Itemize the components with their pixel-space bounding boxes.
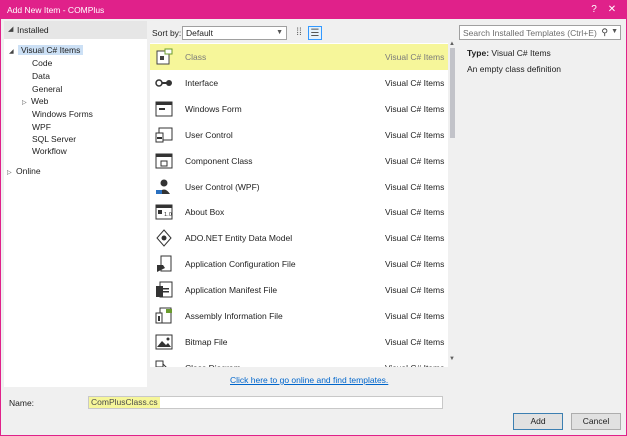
template-category: Visual C# Items [385, 336, 445, 347]
tree-node-windows-forms[interactable]: Windows Forms [32, 108, 93, 120]
chevron-down-icon: ▼ [276, 29, 283, 36]
template-item[interactable]: Class Visual C# Items [150, 44, 448, 70]
template-category: Visual C# Items [385, 129, 445, 140]
user-control-wpf-icon [155, 178, 173, 196]
template-category: Visual C# Items [385, 77, 445, 88]
collapse-arrow-icon: ◢ [9, 49, 14, 55]
template-category: Visual C# Items [385, 233, 445, 244]
template-category: Visual C# Items [385, 103, 445, 114]
template-item[interactable]: Windows Form Visual C# Items [150, 96, 448, 122]
template-item[interactable]: Class Diagram Visual C# Items [150, 355, 448, 367]
search-icon[interactable]: ⚲ [601, 27, 608, 38]
template-category: Visual C# Items [385, 363, 444, 367]
template-item[interactable]: Assembly Information File Visual C# Items [150, 303, 448, 329]
tree-node-wpf[interactable]: WPF [32, 121, 51, 133]
scroll-up-icon[interactable]: ▲ [449, 41, 455, 47]
template-item[interactable]: Application Manifest File Visual C# Items [150, 277, 448, 303]
svg-text:1.0: 1.0 [164, 212, 172, 218]
template-name: Bitmap File [185, 336, 228, 347]
medium-icons-view-button[interactable]: ⁞⁞ [292, 26, 306, 40]
component-class-icon [155, 152, 173, 170]
user-control-icon [155, 126, 173, 144]
template-name: Class [185, 52, 207, 62]
tree-node-visual-csharp-items[interactable]: ◢ Visual C# Items [9, 44, 84, 56]
template-category: Visual C# Items [385, 52, 445, 62]
template-category: Visual C# Items [385, 285, 445, 296]
template-name: Interface [185, 77, 219, 88]
windows-form-icon [155, 100, 173, 118]
template-category: Visual C# Items [385, 181, 445, 192]
template-category: Visual C# Items [385, 259, 445, 270]
tree-node-general[interactable]: General [32, 83, 62, 95]
close-button[interactable]: ✕ [604, 3, 620, 17]
template-item[interactable]: 1.0 About Box Visual C# Items [150, 199, 448, 225]
template-name: ADO.NET Entity Data Model [185, 233, 293, 244]
template-name: Component Class [185, 155, 253, 166]
interface-icon [155, 74, 173, 92]
type-label: Type: [467, 48, 490, 58]
dialog-window: Add New Item - COMPlus ? ✕ ◢ Installed ◢… [0, 0, 627, 436]
tree-node-installed[interactable]: ◢ Installed [4, 21, 147, 39]
tree-node-code[interactable]: Code [32, 57, 52, 69]
scrollbar-thumb[interactable] [450, 48, 455, 138]
template-details: Type: Visual C# Items An empty class def… [467, 48, 561, 74]
help-button[interactable]: ? [586, 3, 602, 17]
sort-by-select[interactable]: Default ▼ [182, 26, 287, 40]
title-bar: Add New Item - COMPlus ? ✕ [1, 1, 626, 19]
sort-by-label: Sort by: [152, 28, 182, 38]
template-name: User Control (WPF) [185, 181, 260, 192]
template-name: User Control [185, 129, 233, 140]
template-list: Class Visual C# Items Interface Visual C# I… [150, 43, 457, 367]
online-templates-link[interactable]: Click here to go online and find templat… [230, 375, 388, 385]
type-value: Visual C# Items [491, 48, 551, 58]
collapse-arrow-icon: ◢ [8, 26, 14, 33]
expand-arrow-icon[interactable]: ▷ [22, 97, 31, 109]
template-name: Application Configuration File [185, 259, 296, 270]
list-view-button[interactable]: ☰ [308, 26, 322, 40]
template-item[interactable]: Application Configuration File Visual C# … [150, 251, 448, 277]
template-name: Assembly Information File [185, 311, 283, 321]
manifest-file-icon [155, 281, 173, 299]
template-description: An empty class definition [467, 64, 562, 74]
template-category: Visual C# Items [385, 207, 445, 218]
entity-data-model-icon [155, 229, 173, 248]
category-tree: ◢ Installed ◢ Visual C# Items Code Data G… [4, 21, 147, 387]
cancel-button[interactable]: Cancel [571, 413, 621, 430]
bitmap-file-icon [155, 333, 173, 351]
expand-arrow-icon[interactable]: ▷ [7, 167, 16, 179]
template-name: Application Manifest File [185, 285, 278, 296]
tree-node-web[interactable]: ▷ Web [22, 95, 48, 107]
template-item[interactable]: User Control (WPF) Visual C# Items [150, 174, 448, 200]
template-item[interactable]: ADO.NET Entity Data Model Visual C# Items [150, 225, 448, 251]
template-item[interactable]: Interface Visual C# Items [150, 70, 448, 96]
template-name: Windows Form [185, 103, 242, 114]
class-icon [155, 48, 173, 66]
tree-node-sql-server[interactable]: SQL Server [32, 133, 76, 145]
tree-node-workflow[interactable]: Workflow [32, 145, 67, 157]
template-list-scrollbar[interactable]: ▲ ▼ [448, 41, 457, 367]
add-button[interactable]: Add [513, 413, 563, 430]
template-item[interactable]: User Control Visual C# Items [150, 122, 448, 148]
name-input[interactable]: ComPlusClass.cs [88, 396, 443, 409]
template-category: Visual C# Items [385, 155, 445, 166]
template-name: About Box [185, 207, 225, 218]
template-name: Class Diagram [185, 363, 241, 367]
class-diagram-icon [155, 359, 173, 367]
chevron-down-icon[interactable]: ▼ [611, 28, 618, 35]
assembly-info-icon [155, 307, 173, 325]
tree-node-data[interactable]: Data [32, 70, 50, 82]
tree-node-online[interactable]: ▷ Online [7, 165, 41, 177]
search-templates-input[interactable]: Search Installed Templates (Ctrl+E) ⚲ ▼ [459, 25, 621, 40]
template-item[interactable]: Component Class Visual C# Items [150, 148, 448, 174]
template-item[interactable]: Bitmap File Visual C# Items [150, 329, 448, 355]
window-title: Add New Item - COMPlus [7, 5, 105, 15]
about-box-icon: 1.0 [155, 203, 173, 221]
name-label: Name: [9, 398, 35, 408]
template-category: Visual C# Items [385, 311, 445, 321]
config-file-icon [155, 255, 173, 273]
scroll-down-icon[interactable]: ▼ [449, 356, 455, 362]
